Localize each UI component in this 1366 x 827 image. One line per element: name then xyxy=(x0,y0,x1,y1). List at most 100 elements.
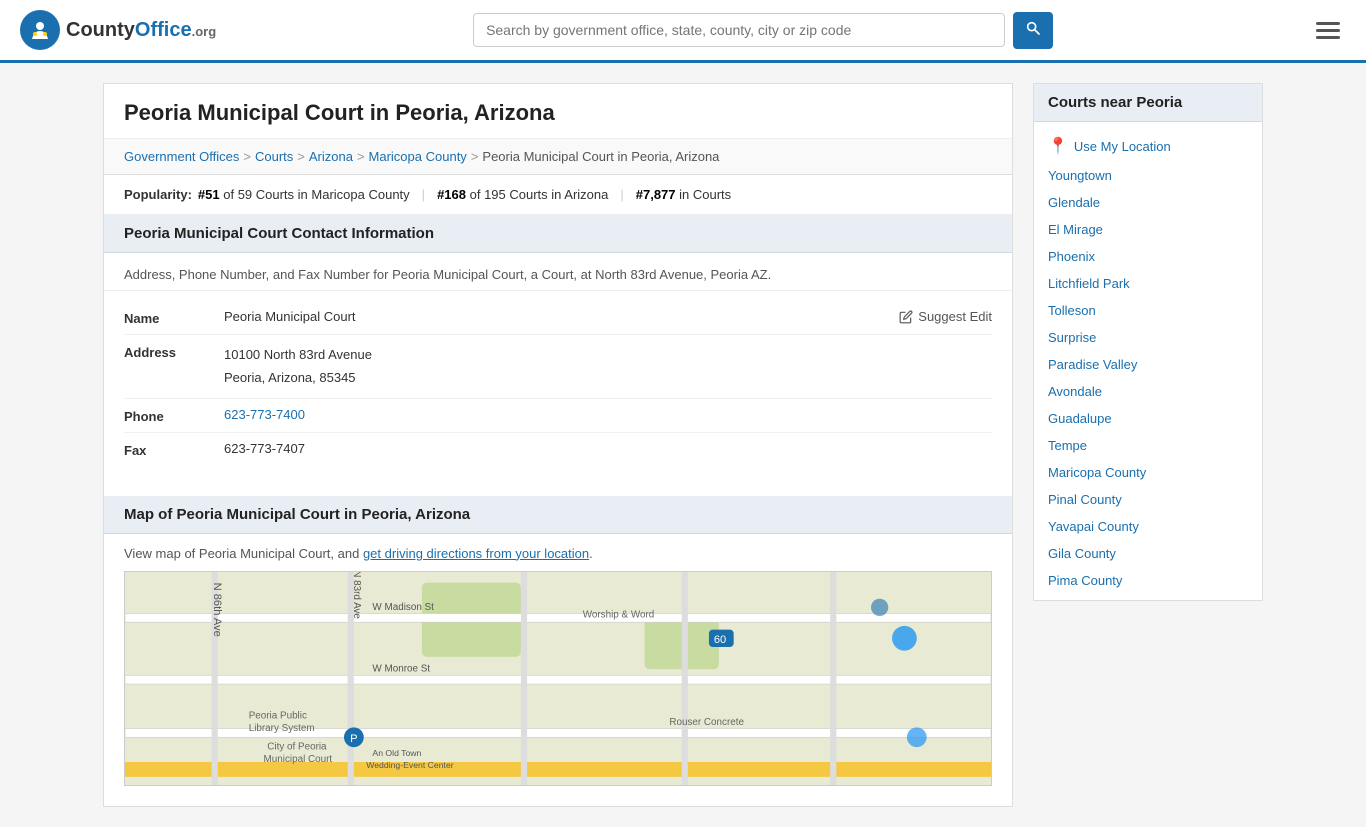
sidebar-link-yavapai-county[interactable]: Yavapai County xyxy=(1048,519,1139,534)
address-line2: Peoria, Arizona, 85345 xyxy=(224,366,992,389)
sidebar-use-location[interactable]: 📍 Use My Location xyxy=(1034,128,1262,162)
location-icon: 📍 xyxy=(1048,136,1068,156)
svg-text:Worship & Word: Worship & Word xyxy=(583,609,655,620)
hamburger-menu-button[interactable] xyxy=(1310,16,1346,45)
sidebar-item-paradise-valley[interactable]: Paradise Valley xyxy=(1034,351,1262,378)
search-area xyxy=(473,12,1053,49)
info-val-phone: 623-773-7400 xyxy=(224,407,992,422)
sidebar-link-litchfield-park[interactable]: Litchfield Park xyxy=(1048,276,1130,291)
breadcrumb-courts[interactable]: Courts xyxy=(255,149,293,164)
contact-section-header: Peoria Municipal Court Contact Informati… xyxy=(104,215,1012,253)
svg-text:City of Peoria: City of Peoria xyxy=(267,741,327,752)
search-button[interactable] xyxy=(1013,12,1053,49)
map-desc: View map of Peoria Municipal Court, and … xyxy=(104,534,1012,571)
info-row-fax: Fax 623-773-7407 xyxy=(124,433,992,466)
breadcrumb-sep: > xyxy=(297,149,305,164)
sidebar-item-pima-county[interactable]: Pima County xyxy=(1034,567,1262,594)
svg-text:Municipal Court: Municipal Court xyxy=(264,754,333,765)
contact-info-table: Name Peoria Municipal Court Suggest Edit… xyxy=(104,291,1012,486)
breadcrumb-arizona[interactable]: Arizona xyxy=(309,149,353,164)
breadcrumb-sep: > xyxy=(357,149,365,164)
sidebar-link-tolleson[interactable]: Tolleson xyxy=(1048,303,1096,318)
map-section-header: Map of Peoria Municipal Court in Peoria,… xyxy=(104,496,1012,534)
menu-line xyxy=(1316,22,1340,25)
sidebar-link-avondale[interactable]: Avondale xyxy=(1048,384,1102,399)
svg-text:60: 60 xyxy=(714,634,726,646)
sidebar: Courts near Peoria 📍 Use My Location You… xyxy=(1033,83,1263,807)
driving-directions-link[interactable]: get driving directions from your locatio… xyxy=(363,546,589,561)
sidebar-item-phoenix[interactable]: Phoenix xyxy=(1034,243,1262,270)
sidebar-link-el-mirage[interactable]: El Mirage xyxy=(1048,222,1103,237)
svg-text:Peoria Public: Peoria Public xyxy=(249,710,307,721)
info-val-name: Peoria Municipal Court xyxy=(224,309,899,324)
sidebar-item-yavapai-county[interactable]: Yavapai County xyxy=(1034,513,1262,540)
sidebar-item-gila-county[interactable]: Gila County xyxy=(1034,540,1262,567)
address-line1: 10100 North 83rd Avenue xyxy=(224,343,992,366)
sidebar-link-phoenix[interactable]: Phoenix xyxy=(1048,249,1095,264)
svg-text:Rouser Concrete: Rouser Concrete xyxy=(669,717,744,728)
svg-text:N 83rd Ave: N 83rd Ave xyxy=(351,572,362,619)
sidebar-link-tempe[interactable]: Tempe xyxy=(1048,438,1087,453)
svg-text:W Madison St: W Madison St xyxy=(372,602,434,613)
logo-text: CountyOffice.org xyxy=(66,19,216,42)
sidebar-link-pinal-county[interactable]: Pinal County xyxy=(1048,492,1122,507)
sidebar-item-el-mirage[interactable]: El Mirage xyxy=(1034,216,1262,243)
breadcrumb-gov-offices[interactable]: Government Offices xyxy=(124,149,239,164)
suggest-edit-label: Suggest Edit xyxy=(918,309,992,324)
suggest-edit-link[interactable]: Suggest Edit xyxy=(899,309,992,324)
sidebar-item-guadalupe[interactable]: Guadalupe xyxy=(1034,405,1262,432)
map-section: Map of Peoria Municipal Court in Peoria,… xyxy=(104,496,1012,786)
sidebar-link-guadalupe[interactable]: Guadalupe xyxy=(1048,411,1112,426)
sidebar-link-gila-county[interactable]: Gila County xyxy=(1048,546,1116,561)
main-container: Peoria Municipal Court in Peoria, Arizon… xyxy=(83,63,1283,827)
breadcrumb-maricopa[interactable]: Maricopa County xyxy=(369,149,467,164)
breadcrumb-current: Peoria Municipal Court in Peoria, Arizon… xyxy=(482,149,719,164)
svg-text:Library System: Library System xyxy=(249,723,315,734)
sidebar-link-glendale[interactable]: Glendale xyxy=(1048,195,1100,210)
popularity-label: Popularity: xyxy=(124,187,192,202)
svg-text:Wedding-Event Center: Wedding-Event Center xyxy=(366,760,454,770)
phone-link[interactable]: 623-773-7400 xyxy=(224,407,305,422)
sidebar-item-glendale[interactable]: Glendale xyxy=(1034,189,1262,216)
info-val-address: 10100 North 83rd Avenue Peoria, Arizona,… xyxy=(224,343,992,390)
popularity-stat-3: #7,877 in Courts xyxy=(636,187,731,202)
menu-line xyxy=(1316,36,1340,39)
sidebar-link-paradise-valley[interactable]: Paradise Valley xyxy=(1048,357,1137,372)
map-placeholder[interactable]: N 86th Ave N 83rd Ave W Madison St W Mon… xyxy=(124,571,992,786)
sidebar-link-maricopa-county[interactable]: Maricopa County xyxy=(1048,465,1146,480)
sidebar-link-youngtown[interactable]: Youngtown xyxy=(1048,168,1112,183)
content-area: Peoria Municipal Court in Peoria, Arizon… xyxy=(103,83,1013,807)
use-my-location-link[interactable]: Use My Location xyxy=(1074,139,1171,154)
sidebar-item-surprise[interactable]: Surprise xyxy=(1034,324,1262,351)
sidebar-item-avondale[interactable]: Avondale xyxy=(1034,378,1262,405)
breadcrumb-sep: > xyxy=(243,149,251,164)
popularity-stat-1: #51 of 59 Courts in Maricopa County xyxy=(198,187,410,202)
menu-line xyxy=(1316,29,1340,32)
info-key-name: Name xyxy=(124,309,224,326)
info-row-address: Address 10100 North 83rd Avenue Peoria, … xyxy=(124,335,992,399)
sidebar-item-maricopa-county[interactable]: Maricopa County xyxy=(1034,459,1262,486)
contact-section-desc: Address, Phone Number, and Fax Number fo… xyxy=(104,253,1012,291)
breadcrumb: Government Offices > Courts > Arizona > … xyxy=(104,139,1012,175)
sidebar-item-tempe[interactable]: Tempe xyxy=(1034,432,1262,459)
sidebar-item-pinal-county[interactable]: Pinal County xyxy=(1034,486,1262,513)
info-key-phone: Phone xyxy=(124,407,224,424)
info-row-name: Name Peoria Municipal Court Suggest Edit xyxy=(124,301,992,335)
sidebar-item-litchfield-park[interactable]: Litchfield Park xyxy=(1034,270,1262,297)
sidebar-link-pima-county[interactable]: Pima County xyxy=(1048,573,1122,588)
logo[interactable]: CountyOffice.org xyxy=(20,10,216,50)
popularity-stat-2: #168 of 195 Courts in Arizona xyxy=(437,187,608,202)
page-title: Peoria Municipal Court in Peoria, Arizon… xyxy=(104,84,1012,139)
sidebar-box: Courts near Peoria 📍 Use My Location You… xyxy=(1033,83,1263,601)
search-input[interactable] xyxy=(473,13,1005,47)
popularity-bar: Popularity: #51 of 59 Courts in Maricopa… xyxy=(104,175,1012,215)
svg-text:N 86th Ave: N 86th Ave xyxy=(211,582,223,636)
sidebar-link-surprise[interactable]: Surprise xyxy=(1048,330,1096,345)
info-val-fax: 623-773-7407 xyxy=(224,441,992,456)
info-row-phone: Phone 623-773-7400 xyxy=(124,399,992,433)
sidebar-item-tolleson[interactable]: Tolleson xyxy=(1034,297,1262,324)
sidebar-item-youngtown[interactable]: Youngtown xyxy=(1034,162,1262,189)
site-header: CountyOffice.org xyxy=(0,0,1366,63)
info-key-fax: Fax xyxy=(124,441,224,458)
breadcrumb-sep: > xyxy=(471,149,479,164)
